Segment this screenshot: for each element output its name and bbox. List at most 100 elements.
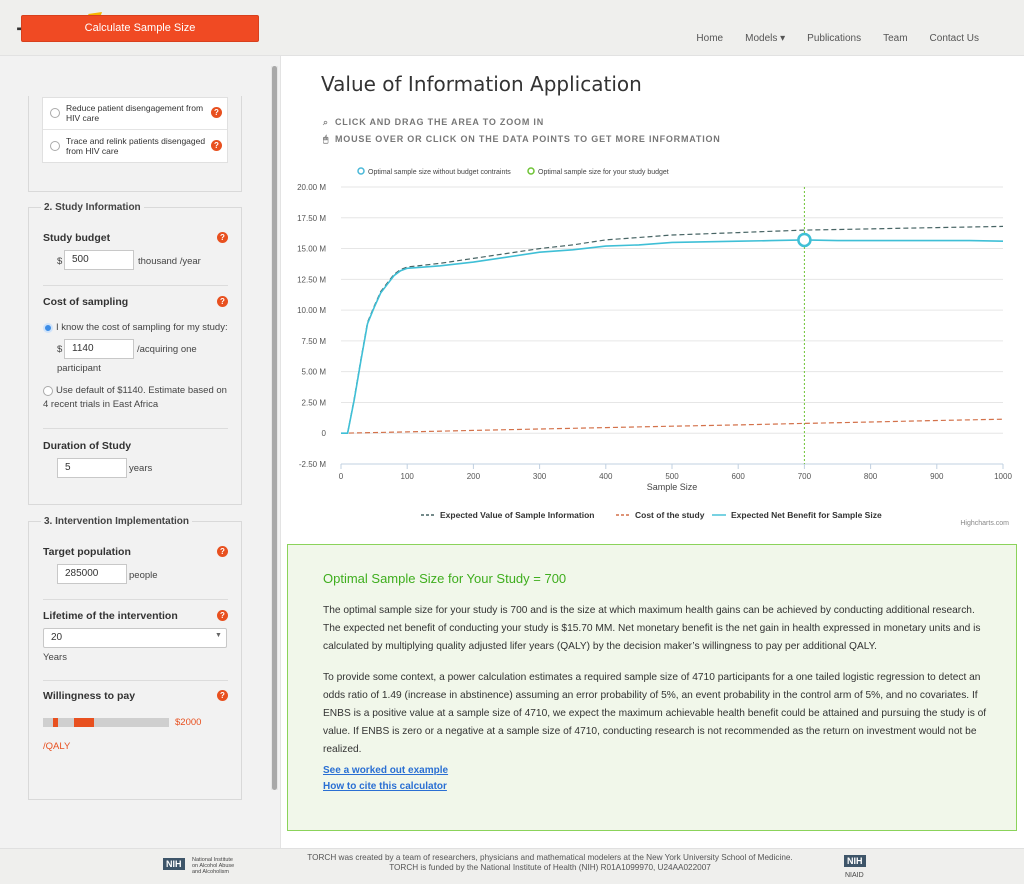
cost-of-sampling-label: Cost of sampling xyxy=(43,296,129,308)
nav-home[interactable]: Home xyxy=(696,33,723,44)
goal-radio[interactable] xyxy=(50,141,60,151)
budget-unit: thousand /year xyxy=(138,256,201,267)
mouse-icon: 🖱 xyxy=(323,134,330,144)
cite-calculator-link[interactable]: How to cite this calculator xyxy=(323,781,447,792)
duration-input[interactable]: 5 xyxy=(57,458,127,478)
bottom-legend: Expected Value of Sample Information Cost… xyxy=(421,510,882,520)
x-tick-label: 0 xyxy=(339,472,344,481)
y-tick-label: 20.00 M xyxy=(297,183,326,192)
duration-unit: years xyxy=(129,463,153,474)
x-axis-label: Sample Size xyxy=(647,482,698,492)
wtp-slider-min-fill xyxy=(53,718,58,727)
para-line: The optimal sample size for your study i… xyxy=(323,605,975,616)
divider xyxy=(43,285,228,286)
niaaa-caption: National Institute on Alcohol Abuse and … xyxy=(192,857,234,875)
lifetime-label: Lifetime of the intervention xyxy=(43,610,178,622)
x-tick-label: 100 xyxy=(401,472,415,481)
cost-default-label-2: 4 recent trials in East Africa xyxy=(43,399,159,410)
cost-known-radio[interactable] xyxy=(43,323,53,333)
nav-contact[interactable]: Contact Us xyxy=(930,33,979,44)
goal-radio[interactable] xyxy=(50,108,60,118)
goal-option-reduce-disengagement[interactable]: Reduce patient disengagement from HIV ca… xyxy=(43,98,227,130)
nav-models[interactable]: Models ▾ xyxy=(745,33,785,44)
hover-hint-text: MOUSE OVER OR CLICK ON THE DATA POINTS T… xyxy=(335,134,721,144)
y-tick-label: 5.00 M xyxy=(302,368,327,377)
para-line: The expected net benefit of conducting y… xyxy=(323,623,981,634)
legend-label: Optimal sample size without budget contr… xyxy=(368,169,511,176)
x-tick-label: 200 xyxy=(467,472,481,481)
help-icon[interactable]: ? xyxy=(217,610,228,621)
study-information-panel: 2. Study Information Study budget ? $ 50… xyxy=(28,202,242,505)
footer: NIH National Institute on Alcohol Abuse … xyxy=(0,848,1024,884)
result-title: Optimal Sample Size for Your Study = 700 xyxy=(323,571,567,586)
y-axis-ticks: 20.00 M 17.50 M 15.00 M 12.50 M 10.00 M 7.50 … xyxy=(297,183,326,469)
help-icon[interactable]: ? xyxy=(217,690,228,701)
divider xyxy=(43,599,228,600)
x-axis-ticks: 0 100 200 300 400 500 600 700 800 900 1000 xyxy=(339,464,1012,481)
top-legend: Optimal sample size without budget contr… xyxy=(357,167,669,176)
zoom-icon: ⌕ xyxy=(323,117,329,127)
target-population-label: Target population xyxy=(43,546,131,558)
cost-known-label: I know the cost of sampling for my study… xyxy=(56,322,228,333)
help-icon[interactable]: ? xyxy=(217,546,228,557)
target-population-input[interactable]: 285000 xyxy=(57,564,127,584)
optimal-point-marker xyxy=(797,232,812,248)
caption-line: and Alcoholism xyxy=(192,869,229,875)
legend-marker xyxy=(357,167,365,175)
help-icon[interactable]: ? xyxy=(211,107,222,118)
para-line: realized. xyxy=(323,744,362,755)
help-icon[interactable]: ? xyxy=(211,140,222,151)
nav-publications[interactable]: Publications xyxy=(807,33,861,44)
help-icon[interactable]: ? xyxy=(217,296,228,307)
calculate-sample-size-button[interactable]: Calculate Sample Size xyxy=(21,15,259,42)
result-panel: Optimal Sample Size for Your Study = 700… xyxy=(287,544,1017,831)
page-title: Value of Information Application xyxy=(321,72,642,96)
footer-line-2: TORCH is funded by the National Institut… xyxy=(389,863,711,872)
currency-symbol: $ xyxy=(57,256,63,267)
goal-list: Reduce patient disengagement from HIV ca… xyxy=(42,97,228,163)
sidebar-scrollbar-thumb[interactable] xyxy=(272,66,277,790)
legend-label: Expected Value of Sample Information xyxy=(440,510,594,520)
y-tick-label: 10.00 M xyxy=(297,306,326,315)
target-unit: people xyxy=(129,570,158,581)
niaid-caption: NIAID xyxy=(845,872,864,879)
y-tick-label: 0 xyxy=(322,429,327,438)
cost-default-radio[interactable] xyxy=(43,386,53,396)
study-budget-label: Study budget xyxy=(43,232,111,244)
footer-text: TORCH was created by a team of researche… xyxy=(250,853,850,873)
divider xyxy=(43,680,228,681)
y-tick-label: -2.50 M xyxy=(299,460,326,469)
y-tick-label: 17.50 M xyxy=(297,214,326,223)
goal-option-trace-relink[interactable]: Trace and relink patients disengaged fro… xyxy=(43,131,227,163)
nav-team[interactable]: Team xyxy=(883,33,907,44)
willingness-to-pay-label: Willingness to pay xyxy=(43,690,136,702)
panel-title: 2. Study Information xyxy=(41,202,144,213)
nih-logo: NIH xyxy=(163,858,185,870)
y-tick-label: 2.50 M xyxy=(302,398,327,407)
y-tick-label: 7.50 M xyxy=(302,337,327,346)
para-line: ENBS is a positive value at a sample siz… xyxy=(323,708,987,719)
chevron-down-icon[interactable]: ▼ xyxy=(215,632,222,639)
result-paragraph-1: The optimal sample size for your study i… xyxy=(323,602,998,656)
study-budget-input[interactable]: 500 xyxy=(64,250,134,270)
help-icon[interactable]: ? xyxy=(217,232,228,243)
wtp-slider-track[interactable] xyxy=(43,718,169,727)
legend-label: Optimal sample size for your study budge… xyxy=(538,169,669,176)
legend-label: Expected Net Benefit for Sample Size xyxy=(731,510,882,520)
wtp-slider-handle[interactable] xyxy=(74,718,94,727)
panel-title: 3. Intervention Implementation xyxy=(41,516,193,527)
x-tick-label: 400 xyxy=(599,472,613,481)
goal-label: Trace and relink patients disengaged fro… xyxy=(66,136,206,156)
cost-of-sampling-input[interactable]: 1140 xyxy=(64,339,134,359)
para-line: value. If ENBS is zero or a negative at … xyxy=(323,726,977,737)
highcharts-credit[interactable]: Highcharts.com xyxy=(960,520,1009,527)
lifetime-unit: Years xyxy=(43,652,67,663)
voi-chart[interactable]: 20.00 M 17.50 M 15.00 M 12.50 M 10.00 M 7.50 … xyxy=(281,155,1021,535)
cost-unit: /acquiring one xyxy=(137,344,197,355)
zoom-hint: ⌕ CLICK AND DRAG THE AREA TO ZOOM IN xyxy=(323,117,544,128)
lifetime-select[interactable]: 20 xyxy=(43,628,227,648)
result-paragraph-2: To provide some context, a power calcula… xyxy=(323,669,998,759)
worked-example-link[interactable]: See a worked out example xyxy=(323,765,448,776)
para-line: To provide some context, a power calcula… xyxy=(323,672,981,683)
currency-symbol: $ xyxy=(57,344,63,355)
